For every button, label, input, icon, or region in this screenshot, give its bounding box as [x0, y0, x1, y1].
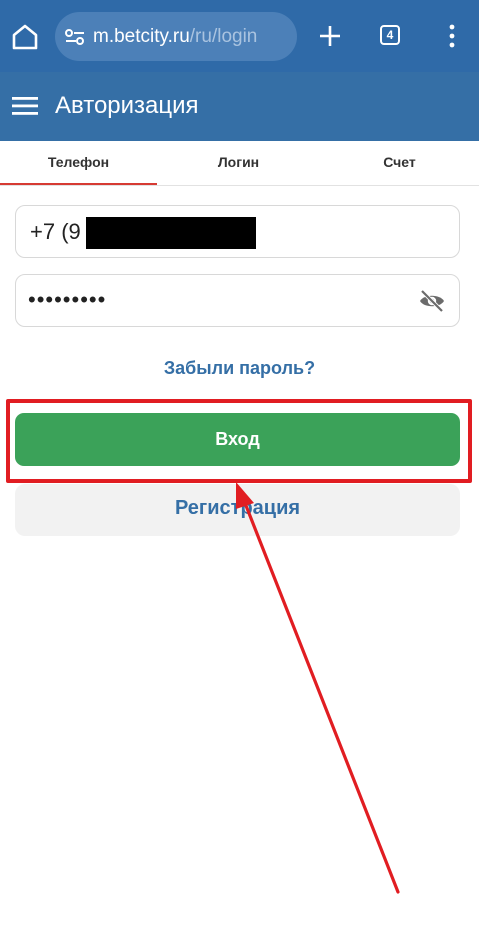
- register-button[interactable]: Регистрация: [15, 484, 460, 536]
- phone-field[interactable]: +7 (9: [15, 205, 460, 258]
- forgot-password-link[interactable]: Забыли пароль?: [0, 358, 479, 379]
- tab-phone[interactable]: Телефон: [0, 141, 157, 185]
- url-path: /ru/login: [189, 26, 258, 47]
- address-bar[interactable]: m.betcity.ru/ru/login: [55, 12, 297, 61]
- plus-icon[interactable]: [316, 22, 344, 50]
- tab-login[interactable]: Логин: [160, 141, 317, 185]
- app-header: Авторизация: [0, 72, 479, 141]
- password-value: •••••••••: [28, 287, 107, 312]
- hamburger-icon[interactable]: [12, 95, 38, 117]
- annotation-highlight-box: [6, 399, 472, 483]
- browser-toolbar: m.betcity.ru/ru/login 4: [0, 0, 479, 72]
- eye-off-icon[interactable]: [418, 289, 446, 313]
- page-title: Авторизация: [55, 92, 199, 119]
- tab-account[interactable]: Счет: [320, 141, 479, 185]
- home-icon[interactable]: [10, 22, 40, 52]
- url-text: m.betcity.ru/ru/login: [93, 25, 257, 49]
- password-field[interactable]: •••••••••: [15, 274, 460, 327]
- phone-value: +7 (9: [30, 219, 81, 244]
- url-host: m.betcity.ru: [93, 26, 190, 47]
- more-vert-icon[interactable]: [440, 22, 464, 50]
- redaction-block: [86, 217, 256, 249]
- tab-switcher-icon[interactable]: 4: [380, 25, 400, 45]
- auth-tabs: Телефон Логин Счет: [0, 141, 479, 186]
- page: m.betcity.ru/ru/login 4 Авторизация Теле…: [0, 0, 479, 943]
- site-settings-icon[interactable]: [63, 25, 87, 49]
